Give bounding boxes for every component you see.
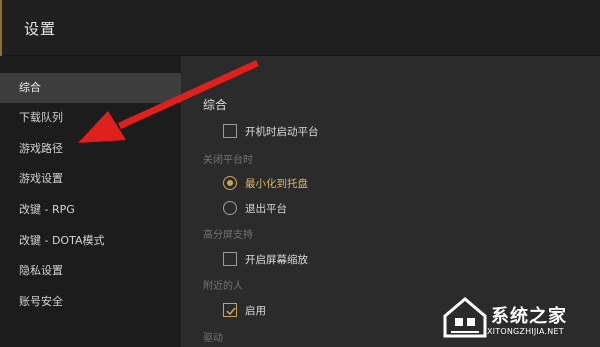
nearby-enable-checkbox-row[interactable]: 启用 — [223, 302, 266, 318]
title-bar: 设置 — [0, 0, 600, 56]
nearby-enable-checkbox[interactable] — [223, 303, 237, 317]
watermark-name: 系统之家 — [491, 306, 567, 327]
sidebar-item-account-security[interactable]: 账号安全 — [0, 287, 181, 317]
minimize-to-tray-label: 最小化到托盘 — [245, 177, 308, 190]
sidebar: 综合 下载队列 游戏路径 游戏设置 改键 - RPG 改键 - DOTA模式 隐… — [0, 56, 181, 347]
minimize-to-tray-radio-row[interactable]: 最小化到托盘 — [223, 175, 308, 191]
startup-label: 开机时启动平台 — [245, 125, 319, 138]
startup-checkbox-row[interactable]: 开机时启动平台 — [223, 123, 319, 139]
checkmark-icon — [226, 307, 236, 316]
sidebar-item-privacy[interactable]: 隐私设置 — [0, 256, 181, 286]
sidebar-item-download-queue[interactable]: 下载队列 — [0, 103, 181, 133]
nearby-group-label: 附近的人 — [203, 281, 243, 292]
driver-group-label: 驱动 — [203, 333, 223, 344]
exit-platform-label: 退出平台 — [245, 202, 287, 215]
watermark: 系统之家 XITONGZHIJIA.NET — [435, 290, 600, 347]
sidebar-item-keymap-rpg[interactable]: 改键 - RPG — [0, 195, 181, 225]
window-title: 设置 — [24, 20, 57, 38]
startup-checkbox[interactable] — [223, 124, 237, 138]
screen-scaling-checkbox-row[interactable]: 开启屏幕缩放 — [223, 251, 308, 267]
sidebar-item-keymap-dota[interactable]: 改键 - DOTA模式 — [0, 226, 181, 256]
exit-platform-radio[interactable] — [223, 201, 237, 215]
screen-scaling-checkbox[interactable] — [223, 252, 237, 266]
sidebar-item-game-settings[interactable]: 游戏设置 — [0, 164, 181, 194]
sidebar-item-game-path[interactable]: 游戏路径 — [0, 134, 181, 164]
watermark-url: XITONGZHIJIA.NET — [487, 327, 564, 336]
nearby-enable-label: 启用 — [245, 304, 266, 317]
house-logo-icon — [443, 297, 487, 338]
screen-scaling-label: 开启屏幕缩放 — [245, 253, 308, 266]
title-accent-line — [0, 0, 2, 56]
exit-platform-radio-row[interactable]: 退出平台 — [223, 200, 287, 216]
sidebar-item-general[interactable]: 综合 — [0, 73, 181, 103]
section-heading: 综合 — [203, 98, 228, 112]
hidpi-group-label: 高分屏支持 — [203, 230, 253, 241]
close-group-label: 关闭平台时 — [203, 155, 253, 166]
minimize-to-tray-radio[interactable] — [223, 176, 237, 190]
